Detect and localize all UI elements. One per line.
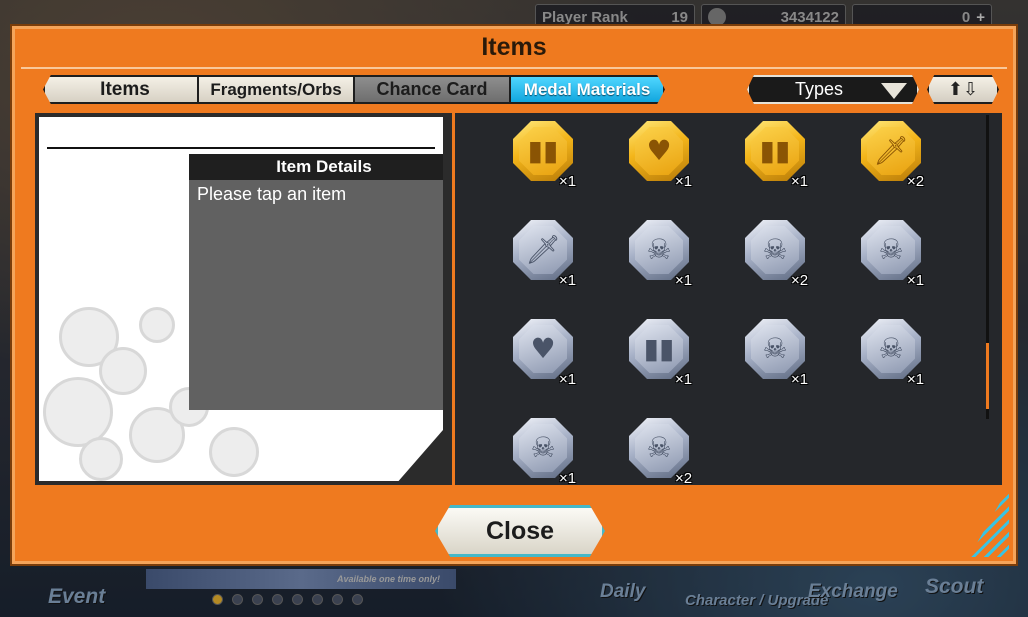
- skull-icon: ☠: [519, 424, 567, 472]
- bottom-nav: Available one time only! Event Daily Cha…: [0, 559, 1028, 617]
- silver-medal: 🗡: [513, 220, 573, 280]
- medal-item[interactable]: ☠ ×2: [621, 414, 701, 485]
- medal-item[interactable]: ▮▮ ×1: [505, 117, 585, 197]
- armor-icon: ▮▮: [519, 127, 567, 175]
- pager-dot[interactable]: [352, 594, 363, 605]
- pager-dot[interactable]: [292, 594, 303, 605]
- silver-medal: ☠: [629, 220, 689, 280]
- medal-item[interactable]: ▮▮ ×1: [621, 315, 701, 395]
- silver-medal: ♥: [513, 319, 573, 379]
- medal-item[interactable]: ☠ ×1: [737, 315, 817, 395]
- nav-event[interactable]: Event: [48, 585, 105, 609]
- medal-item[interactable]: 🗡 ×2: [853, 117, 933, 197]
- medal-count: ×1: [559, 470, 577, 485]
- medal-item[interactable]: 🗡 ×1: [505, 216, 585, 296]
- pager-dot[interactable]: [212, 594, 223, 605]
- tab-chance-card[interactable]: Chance Card: [353, 75, 511, 104]
- skull-icon: ☠: [867, 226, 915, 274]
- pager-dot[interactable]: [272, 594, 283, 605]
- heart-icon: ♥: [519, 325, 567, 373]
- medal-count: ×2: [907, 173, 925, 190]
- money-value: 3434122: [780, 8, 839, 26]
- player-rank-label: Player Rank: [542, 8, 628, 26]
- gold-medal: ▮▮: [513, 121, 573, 181]
- silver-medal: ☠: [513, 418, 573, 478]
- medal-count: ×1: [675, 272, 693, 289]
- detail-card: Item Details Please tap an item: [39, 117, 443, 481]
- pager-dot[interactable]: [252, 594, 263, 605]
- item-details-header: Item Details: [189, 154, 443, 180]
- gem-value: 0: [961, 8, 971, 26]
- silver-medal: ☠: [861, 319, 921, 379]
- medal-item[interactable]: ♥ ×1: [621, 117, 701, 197]
- sword-icon: 🗡: [867, 127, 915, 175]
- medal-count: ×1: [559, 173, 577, 190]
- heart-icon: ♥: [635, 127, 683, 175]
- medal-count: ×1: [559, 371, 577, 388]
- medal-count: ×1: [907, 272, 925, 289]
- gold-medal: 🗡: [861, 121, 921, 181]
- silver-medal: ▮▮: [629, 319, 689, 379]
- scrollbar-thumb[interactable]: [986, 343, 989, 409]
- medal-count: ×2: [791, 272, 809, 289]
- close-button[interactable]: Close: [435, 505, 605, 557]
- medal-count: ×1: [675, 371, 693, 388]
- armor-icon: ▮▮: [751, 127, 799, 175]
- gold-medal: ▮▮: [745, 121, 805, 181]
- title-divider: [21, 67, 1007, 69]
- medal-count: ×1: [791, 371, 809, 388]
- medal-item[interactable]: ☠ ×2: [737, 216, 817, 296]
- medal-item[interactable]: ☠ ×1: [853, 216, 933, 296]
- corner-stripe-decoration: [969, 487, 1009, 557]
- medal-item[interactable]: ▮▮ ×1: [737, 117, 817, 197]
- add-gem-button[interactable]: +: [976, 9, 985, 26]
- pager-dot[interactable]: [312, 594, 323, 605]
- medal-count: ×1: [559, 272, 577, 289]
- item-details-box: Item Details Please tap an item: [189, 154, 443, 410]
- item-details-text: Please tap an item: [197, 184, 347, 204]
- medal-grid-panel: ▮▮ ×1 ♥ ×1 ▮▮ ×1 🗡 ×2 🗡 ×1 ☠ ×1 ☠ ×2 ☠ ×1 ♥ ×1 ▮▮ ×1 ☠ ×1 ☠ ×1 ☠…: [455, 113, 1002, 485]
- skull-icon: ☠: [751, 226, 799, 274]
- detail-divider: [47, 147, 435, 149]
- skull-icon: ☠: [635, 226, 683, 274]
- item-detail-panel: Item Details Please tap an item: [35, 113, 455, 485]
- medal-item[interactable]: ♥ ×1: [505, 315, 585, 395]
- event-banner[interactable]: Available one time only!: [146, 569, 456, 589]
- skull-icon: ☠: [867, 325, 915, 373]
- medal-item[interactable]: ☠ ×1: [853, 315, 933, 395]
- silver-medal: ☠: [745, 319, 805, 379]
- silver-medal: ☠: [629, 418, 689, 478]
- nav-daily[interactable]: Daily: [600, 581, 645, 603]
- sort-order-button[interactable]: ⬆⇩: [927, 75, 999, 104]
- gold-medal: ♥: [629, 121, 689, 181]
- skull-icon: ☠: [751, 325, 799, 373]
- armor-icon: ▮▮: [635, 325, 683, 373]
- silver-medal: ☠: [745, 220, 805, 280]
- medal-count: ×2: [675, 470, 693, 485]
- types-dropdown[interactable]: Types: [747, 75, 919, 104]
- tab-medal-materials[interactable]: Medal Materials: [509, 75, 665, 104]
- pager-dot[interactable]: [332, 594, 343, 605]
- medal-count: ×1: [791, 173, 809, 190]
- player-rank-value: 19: [671, 8, 688, 26]
- modal-title: Items: [481, 33, 547, 61]
- pager-dot[interactable]: [232, 594, 243, 605]
- tab-fragments-orbs[interactable]: Fragments/Orbs: [197, 75, 355, 104]
- items-modal: Items Items Fragments/Orbs Chance Card M…: [12, 26, 1016, 564]
- medal-count: ×1: [907, 371, 925, 388]
- banner-pager: [212, 594, 363, 605]
- medal-item[interactable]: ☠ ×1: [621, 216, 701, 296]
- tab-items[interactable]: Items: [43, 75, 199, 104]
- medal-count: ×1: [675, 173, 693, 190]
- nav-scout[interactable]: Scout: [925, 575, 983, 599]
- medal-item[interactable]: ☠ ×1: [505, 414, 585, 485]
- sort-arrows-icon: ⬆⇩: [947, 79, 979, 100]
- sword-icon: 🗡: [519, 226, 567, 274]
- silver-medal: ☠: [861, 220, 921, 280]
- nav-exchange[interactable]: Exchange: [808, 581, 898, 603]
- skull-icon: ☠: [635, 424, 683, 472]
- tab-bar: Items Fragments/Orbs Chance Card Medal M…: [43, 75, 665, 105]
- coin-icon: [708, 8, 726, 26]
- nav-character-upgrade[interactable]: Character / Upgrade: [685, 592, 828, 609]
